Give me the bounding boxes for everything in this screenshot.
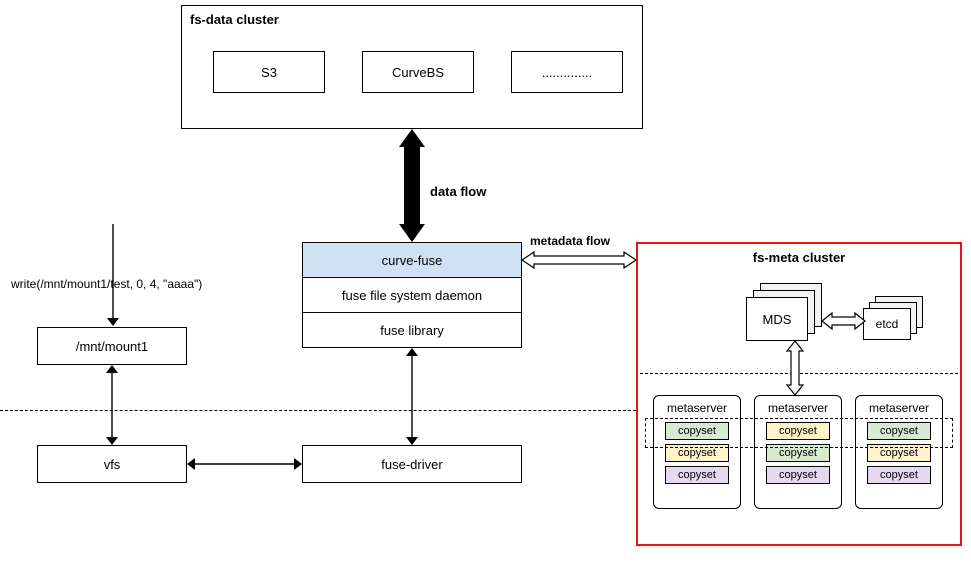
fs-data-title: fs-data cluster [190,12,279,27]
fuse-library-label: fuse library [380,323,444,338]
fuse-driver-box: fuse-driver [302,445,522,483]
fuse-driver-label: fuse-driver [381,457,442,472]
fs-data-item-label: CurveBS [392,65,444,80]
fs-data-item-etc: .............. [511,51,623,93]
mds-box: MDS [746,297,808,341]
fuselib-driver-arrow [406,348,418,445]
kernel-boundary-line [0,410,636,411]
vfs-label: vfs [104,457,121,472]
mount-vfs-arrow [106,365,118,445]
fsmeta-divider [640,373,958,374]
etcd-label: etcd [876,317,899,331]
mountpoint-box: /mnt/mount1 [37,327,187,365]
metaserver-box: metaserver copyset copyset copyset [653,395,741,509]
fs-meta-title: fs-meta cluster [638,250,960,265]
metaserver-title: metaserver [755,396,841,418]
write-arrow [107,224,119,326]
metadata-flow-arrow [522,251,636,269]
vfs-box: vfs [37,445,187,483]
etcd-box: etcd [863,308,911,340]
metaserver-box: metaserver copyset copyset copyset [754,395,842,509]
metaserver-title: metaserver [856,396,942,418]
data-flow-arrow [399,129,425,242]
mountpoint-label: /mnt/mount1 [76,339,148,354]
metaserver-box: metaserver copyset copyset copyset [855,395,943,509]
data-flow-label: data flow [430,184,486,199]
copyset-group-dashed [645,418,953,448]
fs-data-item-label: S3 [261,65,277,80]
fuse-daemon-label: fuse file system daemon [342,288,482,303]
fuse-library-box: fuse library [302,312,522,348]
copyset: copyset [766,466,830,484]
fs-data-item-curvebs: CurveBS [362,51,474,93]
curve-fuse-label: curve-fuse [382,253,443,268]
fuse-daemon-box: fuse file system daemon [302,277,522,313]
mds-label: MDS [763,312,792,327]
fs-data-item-label: .............. [542,65,593,80]
metaserver-title: metaserver [654,396,740,418]
write-call-text: write(/mnt/mount1/test, 0, 4, "aaaa") [11,277,202,291]
vfs-driver-arrow [187,458,302,470]
copyset: copyset [867,466,931,484]
curve-fuse-box: curve-fuse [302,242,522,278]
fs-data-item-s3: S3 [213,51,325,93]
metadata-flow-label: metadata flow [530,234,610,248]
copyset: copyset [665,466,729,484]
